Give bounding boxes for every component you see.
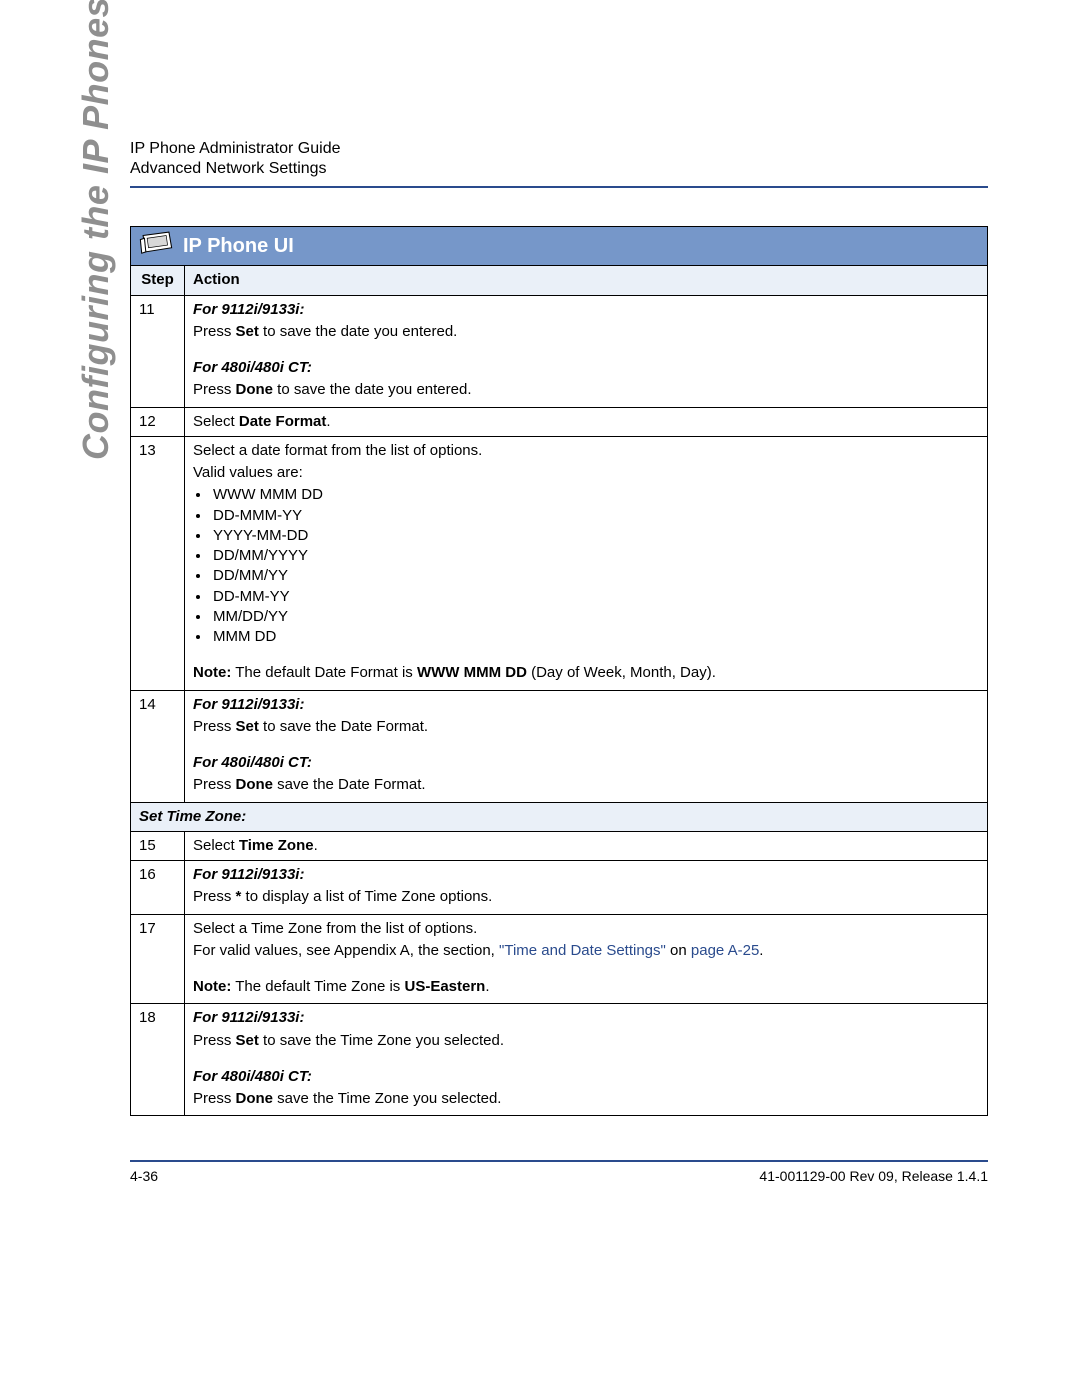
step-cell: 17 (131, 914, 185, 1004)
header-line-2: Advanced Network Settings (130, 160, 988, 178)
date-format-list: WWW MMM DD DD-MMM-YY YYYY-MM-DD DD/MM/YY… (211, 485, 979, 647)
action-cell: For 9112i/9133i: Press * to display a li… (185, 861, 988, 915)
list-item: YYYY-MM-DD (211, 526, 979, 546)
list-item: DD/MM/YY (211, 566, 979, 586)
step-cell: 15 (131, 831, 185, 860)
list-item: MM/DD/YY (211, 607, 979, 627)
procedure-table: IP Phone UI Step Action 11 For 9112i/913… (130, 226, 988, 1116)
banner-row: IP Phone UI (131, 227, 988, 266)
banner-title: IP Phone UI (183, 233, 294, 260)
action-text: Press Set to save the Time Zone you sele… (193, 1031, 979, 1051)
model-heading: For 9112i/9133i: (193, 695, 979, 715)
action-text: Press * to display a list of Time Zone o… (193, 887, 979, 907)
note-text: Note: The default Date Format is WWW MMM… (193, 663, 979, 683)
action-cell: Select Time Zone. (185, 831, 988, 860)
phone-ui-icon (139, 231, 173, 261)
table-row: 18 For 9112i/9133i: Press Set to save th… (131, 1004, 988, 1116)
action-text: Press Done save the Date Format. (193, 775, 979, 795)
action-cell: Select a date format from the list of op… (185, 436, 988, 690)
page: IP Phone Administrator Guide Advanced Ne… (0, 0, 1080, 1397)
action-cell: For 9112i/9133i: Press Set to save the d… (185, 295, 988, 407)
list-item: DD-MM-YY (211, 587, 979, 607)
model-heading: For 480i/480i CT: (193, 1067, 979, 1087)
cross-ref-link[interactable]: "Time and Date Settings" (499, 942, 666, 959)
list-item: MMM DD (211, 627, 979, 647)
action-text: Valid values are: (193, 463, 979, 483)
table-row: 11 For 9112i/9133i: Press Set to save th… (131, 295, 988, 407)
action-text: Press Set to save the Date Format. (193, 717, 979, 737)
action-text: Select a date format from the list of op… (193, 441, 979, 461)
col-step-header: Step (131, 266, 185, 295)
step-cell: 18 (131, 1004, 185, 1116)
page-footer: 4-36 41-001129-00 Rev 09, Release 1.4.1 (130, 1160, 988, 1184)
page-ref-link[interactable]: page A-25 (691, 942, 759, 959)
action-text: Press Done to save the date you entered. (193, 380, 979, 400)
table-row: 12 Select Date Format. (131, 407, 988, 436)
table-row: 17 Select a Time Zone from the list of o… (131, 914, 988, 1004)
model-heading: For 9112i/9133i: (193, 300, 979, 320)
section-row: Set Time Zone: (131, 802, 988, 831)
action-cell: Select a Time Zone from the list of opti… (185, 914, 988, 1004)
table-row: 16 For 9112i/9133i: Press * to display a… (131, 861, 988, 915)
step-cell: 13 (131, 436, 185, 690)
action-cell: For 9112i/9133i: Press Set to save the D… (185, 690, 988, 802)
header-rule (130, 186, 988, 188)
list-item: WWW MMM DD (211, 485, 979, 505)
col-action-header: Action (185, 266, 988, 295)
model-heading: For 480i/480i CT: (193, 753, 979, 773)
note-text: Note: The default Time Zone is US-Easter… (193, 977, 979, 997)
step-cell: 16 (131, 861, 185, 915)
list-item: DD/MM/YYYY (211, 546, 979, 566)
step-cell: 11 (131, 295, 185, 407)
model-heading: For 9112i/9133i: (193, 1008, 979, 1028)
list-item: DD-MMM-YY (211, 506, 979, 526)
table-row: 14 For 9112i/9133i: Press Set to save th… (131, 690, 988, 802)
action-text: For valid values, see Appendix A, the se… (193, 941, 979, 961)
page-number: 4-36 (130, 1168, 158, 1184)
action-cell: Select Date Format. (185, 407, 988, 436)
step-cell: 14 (131, 690, 185, 802)
header-line-1: IP Phone Administrator Guide (130, 140, 988, 158)
action-cell: For 9112i/9133i: Press Set to save the T… (185, 1004, 988, 1116)
model-heading: For 9112i/9133i: (193, 865, 979, 885)
side-chapter-title: Configuring the IP Phones (75, 0, 117, 460)
action-text: Press Done save the Time Zone you select… (193, 1089, 979, 1109)
section-heading: Set Time Zone: (131, 802, 988, 831)
step-cell: 12 (131, 407, 185, 436)
action-text: Select a Time Zone from the list of opti… (193, 919, 979, 939)
table-header-row: Step Action (131, 266, 988, 295)
action-text: Press Set to save the date you entered. (193, 322, 979, 342)
page-header: IP Phone Administrator Guide Advanced Ne… (130, 140, 988, 188)
doc-revision: 41-001129-00 Rev 09, Release 1.4.1 (759, 1168, 988, 1184)
table-row: 13 Select a date format from the list of… (131, 436, 988, 690)
model-heading: For 480i/480i CT: (193, 358, 979, 378)
table-row: 15 Select Time Zone. (131, 831, 988, 860)
